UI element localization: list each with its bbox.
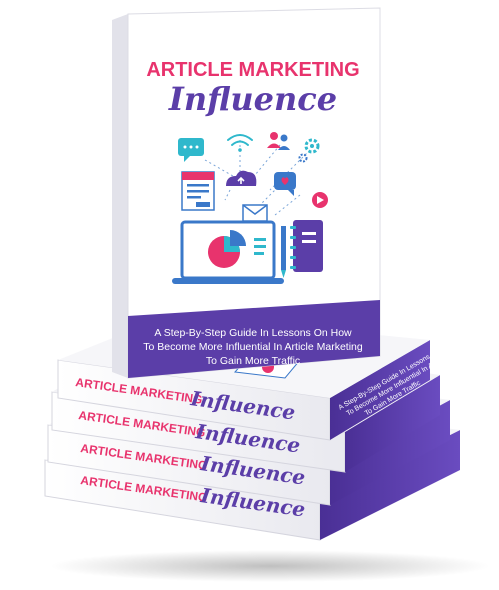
standing-book-spine [112, 14, 128, 378]
document-icon [181, 171, 215, 211]
laptop-pie-chart-icon [172, 220, 284, 284]
cover-subtitle-line-1: A Step-By-Step Guide In Lessons On How [154, 327, 352, 339]
cover-subtitle-line-3: To Gain More Traffic [206, 355, 300, 367]
cover-script-title: Influence [168, 80, 337, 118]
standing-book: ARTICLE MARKETING Influence A Step-By-St… [112, 7, 381, 379]
notebook-icon [290, 220, 323, 272]
product-scene: ARTICLE MARKETING Influence ARTICLE MARK… [0, 0, 499, 590]
cover-subtitle-line-2: To Become More Influential In Article Ma… [143, 341, 363, 353]
ground-shadow [50, 550, 490, 582]
cover-title: ARTICLE MARKETING [146, 59, 359, 81]
book-stack-illustration: ARTICLE MARKETING Influence ARTICLE MARK… [44, 7, 490, 582]
play-icon [312, 192, 328, 208]
pencil-icon [281, 226, 286, 278]
mail-icon [242, 204, 268, 222]
